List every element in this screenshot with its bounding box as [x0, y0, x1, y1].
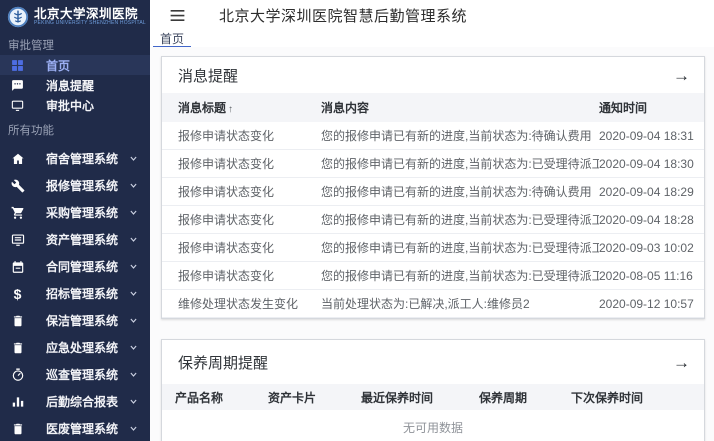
sidebar-item-cleaning-system[interactable]: 保洁管理系统 — [0, 307, 150, 334]
main-area: 北京大学深圳医院智慧后勤管理系统 首页 消息提醒 → 消息标题↑ 消息内容 通知… — [150, 0, 714, 441]
sort-asc-icon: ↑ — [228, 104, 233, 115]
sidebar-item-repair-system[interactable]: 报修管理系统 — [0, 172, 150, 199]
sidebar-item-medical-waste-system[interactable]: 医废管理系统 — [0, 415, 150, 441]
table-row[interactable]: 报修申请状态变化 您的报修申请已有新的进度,当前状态为:待确认费用 2020-0… — [162, 178, 704, 206]
chevron-down-icon — [129, 397, 138, 406]
stopwatch-icon — [10, 367, 25, 382]
sidebar-item-emergency-system[interactable]: 应急处理系统 — [0, 334, 150, 361]
table-row[interactable]: 报修申请状态变化 您的报修申请已有新的进度,当前状态为:待确认费用 2020-0… — [162, 122, 704, 150]
tab-bar: 首页 — [150, 30, 714, 47]
sidebar-item-contract-system[interactable]: 合同管理系统 — [0, 253, 150, 280]
home-icon — [10, 151, 25, 166]
sidebar-item-asset-system[interactable]: 资产管理系统 — [0, 226, 150, 253]
sidebar-item-home[interactable]: 首页 — [0, 55, 150, 75]
chevron-down-icon — [129, 262, 138, 271]
sidebar-item-label: 审批中心 — [46, 97, 94, 114]
cart-icon — [10, 205, 25, 220]
trash-icon — [10, 340, 25, 355]
trash-icon — [10, 313, 25, 328]
arrow-right-icon[interactable]: → — [673, 67, 690, 84]
sidebar-group-approval: 审批管理 — [0, 34, 150, 55]
chevron-down-icon — [129, 154, 138, 163]
sidebar-item-label: 消息提醒 — [46, 77, 94, 94]
chevron-down-icon — [129, 370, 138, 379]
chevron-down-icon — [129, 181, 138, 190]
maintenance-table-header: 产品名称 资产卡片 最近保养时间 保养周期 下次保养时间 — [162, 384, 704, 410]
column-header-time[interactable]: 通知时间 — [599, 99, 704, 116]
asset-screen-icon — [10, 232, 25, 247]
message-reminder-card: 消息提醒 → 消息标题↑ 消息内容 通知时间 报修申请状态变化 您的报修申请已有… — [161, 56, 705, 319]
column-header-next-time[interactable]: 下次保养时间 — [571, 389, 704, 406]
arrow-right-icon[interactable]: → — [673, 354, 690, 371]
sidebar-item-logistics-reports[interactable]: 后勤综合报表 — [0, 388, 150, 415]
chat-bubble-icon — [10, 78, 25, 93]
page-title: 北京大学深圳医院智慧后勤管理系统 — [219, 5, 467, 26]
top-bar: 北京大学深圳医院智慧后勤管理系统 — [150, 0, 714, 30]
message-table-header: 消息标题↑ 消息内容 通知时间 — [162, 93, 704, 122]
sidebar-item-approval-center[interactable]: 审批中心 — [0, 95, 150, 115]
table-row[interactable]: 报修申请状态变化 您的报修申请已有新的进度,当前状态为:已受理待派工 2020-… — [162, 234, 704, 262]
table-row[interactable]: 报修申请状态变化 您的报修申请已有新的进度,当前状态为:已受理待派工 2020-… — [162, 206, 704, 234]
empty-state-text: 无可用数据 — [162, 410, 704, 441]
sidebar-item-bidding-system[interactable]: $ 招标管理系统 — [0, 280, 150, 307]
table-row[interactable]: 维修处理状态发生变化 当前处理状态为:已解决,派工人:维修员2 2020-09-… — [162, 290, 704, 318]
monitor-icon — [10, 98, 25, 113]
column-header-last-time[interactable]: 最近保养时间 — [361, 389, 479, 406]
maintenance-card-title: 保养周期提醒 — [178, 352, 268, 373]
chevron-down-icon — [129, 343, 138, 352]
sidebar-item-procurement-system[interactable]: 采购管理系统 — [0, 199, 150, 226]
hospital-logo-icon — [7, 6, 29, 28]
sidebar-item-label: 首页 — [46, 57, 70, 74]
dashboard-icon — [10, 58, 25, 73]
sidebar: 北京大学深圳医院 PEKING UNIVERSITY SHENZHEN HOSP… — [0, 0, 150, 441]
column-header-cycle[interactable]: 保养周期 — [479, 389, 571, 406]
chevron-down-icon — [129, 316, 138, 325]
chevron-down-icon — [129, 208, 138, 217]
content-area: 消息提醒 → 消息标题↑ 消息内容 通知时间 报修申请状态变化 您的报修申请已有… — [150, 47, 714, 441]
trash-icon — [10, 421, 25, 436]
maintenance-reminder-card: 保养周期提醒 → 产品名称 资产卡片 最近保养时间 保养周期 下次保养时间 无可… — [161, 339, 705, 441]
table-row[interactable]: 报修申请状态变化 您的报修申请已有新的进度,当前状态为:已受理待派工 2020-… — [162, 262, 704, 290]
hospital-name-en: PEKING UNIVERSITY SHENZHEN HOSPITAL — [34, 21, 146, 26]
tab-home[interactable]: 首页 — [153, 31, 191, 48]
app-window: 北京大学深圳医院 PEKING UNIVERSITY SHENZHEN HOSP… — [0, 0, 714, 441]
calendar-icon — [10, 259, 25, 274]
column-header-product[interactable]: 产品名称 — [175, 389, 268, 406]
chevron-down-icon — [129, 235, 138, 244]
message-card-title: 消息提醒 — [178, 65, 238, 86]
dollar-icon: $ — [10, 286, 25, 301]
sidebar-item-patrol-system[interactable]: 巡查管理系统 — [0, 361, 150, 388]
column-header-title[interactable]: 消息标题↑ — [178, 99, 321, 116]
column-header-content[interactable]: 消息内容 — [321, 99, 599, 116]
hamburger-menu-icon[interactable] — [170, 9, 185, 22]
sidebar-item-message-reminder[interactable]: 消息提醒 — [0, 75, 150, 95]
chevron-down-icon — [129, 289, 138, 298]
hospital-name-cn: 北京大学深圳医院 — [34, 8, 146, 21]
hospital-logo: 北京大学深圳医院 PEKING UNIVERSITY SHENZHEN HOSP… — [0, 0, 150, 34]
column-header-asset[interactable]: 资产卡片 — [268, 389, 361, 406]
table-row[interactable]: 报修申请状态变化 您的报修申请已有新的进度,当前状态为:已受理待派工 2020-… — [162, 150, 704, 178]
wrench-icon — [10, 178, 25, 193]
sidebar-group-all-functions: 所有功能 — [0, 115, 150, 145]
bar-chart-icon — [10, 394, 25, 409]
chevron-down-icon — [129, 424, 138, 433]
sidebar-item-dormitory-system[interactable]: 宿舍管理系统 — [0, 145, 150, 172]
